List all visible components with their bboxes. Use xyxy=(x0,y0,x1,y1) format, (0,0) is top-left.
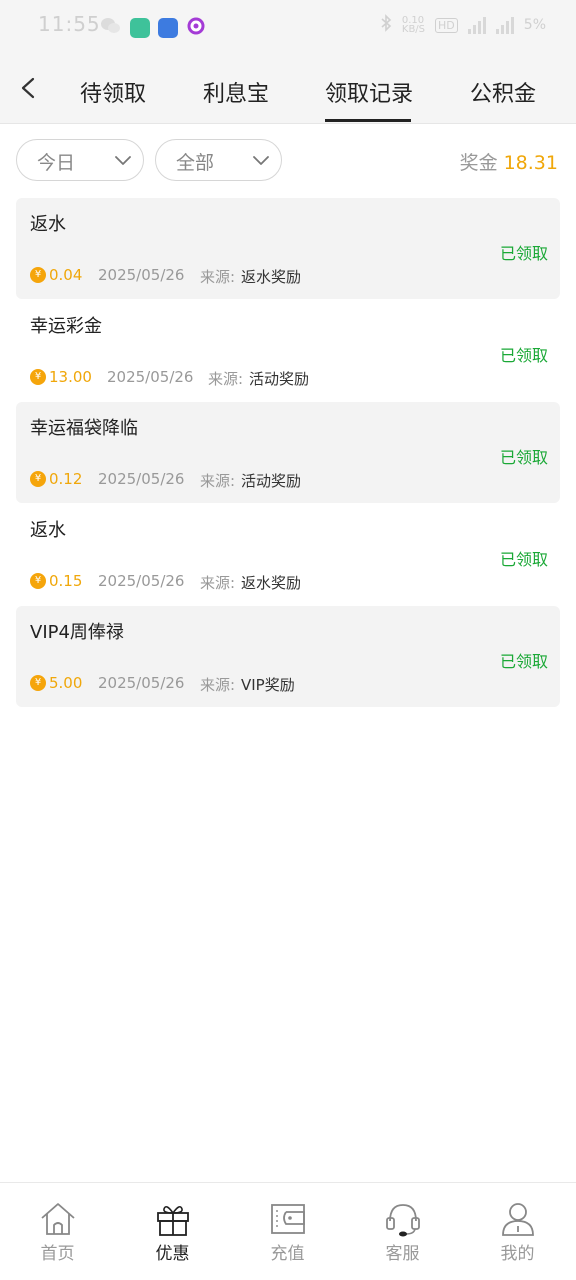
record-amount: 0.12 xyxy=(49,470,83,488)
active-tab-indicator xyxy=(325,119,411,122)
coin-icon: ¥ xyxy=(30,369,46,385)
nav-label: 我的 xyxy=(500,1244,535,1264)
record-title: 返水 xyxy=(30,520,66,541)
type-filter-dropdown[interactable]: 全部 xyxy=(155,139,282,181)
nav-customer-service[interactable]: 客服 xyxy=(345,1183,460,1280)
top-tab-bar: 待领取 利息宝 领取记录 公积金 xyxy=(0,52,576,124)
coin-icon: ¥ xyxy=(30,267,46,283)
chevron-down-icon xyxy=(253,156,269,165)
record-source: 返水奖励 xyxy=(241,574,302,592)
tab-provident-fund[interactable]: 公积金 xyxy=(470,76,536,108)
record-source: 活动奖励 xyxy=(249,370,310,388)
gift-icon xyxy=(157,1205,189,1236)
signal-icon xyxy=(495,16,514,34)
nav-label: 优惠 xyxy=(155,1244,190,1264)
nav-home[interactable]: 首页 xyxy=(0,1183,115,1280)
volte-badge: HD xyxy=(435,17,458,33)
record-status: 已领取 xyxy=(499,448,548,467)
record-source-label: 来源: xyxy=(200,676,236,694)
nav-recharge[interactable]: 充值 xyxy=(230,1183,345,1280)
wallet-icon xyxy=(271,1204,305,1234)
record-date: 2025/05/26 xyxy=(98,674,185,692)
status-time: 11:55 xyxy=(38,12,101,36)
record-title: 幸运福袋降临 xyxy=(30,418,138,439)
back-button[interactable] xyxy=(14,72,44,104)
network-speed: 0.10 KB/S xyxy=(401,15,426,35)
tab-claim-records[interactable]: 领取记录 xyxy=(325,76,413,108)
record-date: 2025/05/26 xyxy=(98,266,185,284)
app-notification-icon xyxy=(130,18,150,38)
record-status: 已领取 xyxy=(499,244,548,263)
record-status: 已领取 xyxy=(499,652,548,671)
status-system-icons: 0.10 KB/S HD 5% xyxy=(380,14,546,36)
nav-label: 首页 xyxy=(40,1244,75,1264)
record-source-label: 来源: xyxy=(200,268,236,286)
record-source: VIP奖励 xyxy=(241,676,295,694)
nav-promotions[interactable]: 优惠 xyxy=(115,1183,230,1280)
record-amount: 0.15 xyxy=(49,572,83,590)
tab-interest[interactable]: 利息宝 xyxy=(203,76,269,108)
status-bar: 11:55 0.10 KB/S HD 5% xyxy=(0,0,576,52)
record-date: 2025/05/26 xyxy=(98,572,185,590)
record-title: 幸运彩金 xyxy=(30,316,102,337)
tab-pending[interactable]: 待领取 xyxy=(80,76,146,108)
status-notification-icons xyxy=(100,16,206,40)
record-source-label: 来源: xyxy=(200,574,236,592)
record-source-label: 来源: xyxy=(200,472,236,490)
coin-icon: ¥ xyxy=(30,573,46,589)
record-card: 返水 已领取 ¥ 0.04 2025/05/26 来源: 返水奖励 xyxy=(16,198,560,299)
coin-icon: ¥ xyxy=(30,675,46,691)
wechat-icon xyxy=(100,16,122,40)
bottom-nav: 首页 优惠 充值 客服 我的 xyxy=(0,1182,576,1280)
type-filter-value: 全部 xyxy=(176,152,215,174)
bonus-value: 18.31 xyxy=(503,152,558,174)
record-card: 返水 已领取 ¥ 0.15 2025/05/26 来源: 返水奖励 xyxy=(16,504,560,605)
record-card: 幸运福袋降临 已领取 ¥ 0.12 2025/05/26 来源: 活动奖励 xyxy=(16,402,560,503)
app-notification-icon xyxy=(186,16,206,40)
coin-icon: ¥ xyxy=(30,471,46,487)
record-amount: 5.00 xyxy=(49,674,83,692)
app-notification-icon xyxy=(158,18,178,38)
nav-label: 充值 xyxy=(270,1244,305,1264)
user-icon xyxy=(502,1203,534,1236)
headset-icon xyxy=(386,1204,420,1237)
record-status: 已领取 xyxy=(499,550,548,569)
record-title: 返水 xyxy=(30,214,66,235)
nav-profile[interactable]: 我的 xyxy=(460,1183,575,1280)
record-card: VIP4周俸禄 已领取 ¥ 5.00 2025/05/26 来源: VIP奖励 xyxy=(16,606,560,707)
battery-level: 5% xyxy=(523,17,546,33)
record-card: 幸运彩金 已领取 ¥ 13.00 2025/05/26 来源: 活动奖励 xyxy=(16,300,560,401)
bonus-label: 奖金 xyxy=(459,152,498,174)
date-filter-value: 今日 xyxy=(37,152,76,174)
date-filter-dropdown[interactable]: 今日 xyxy=(16,139,144,181)
chevron-down-icon xyxy=(115,156,131,165)
record-status: 已领取 xyxy=(499,346,548,365)
record-source: 返水奖励 xyxy=(241,268,302,286)
signal-icon xyxy=(467,16,486,34)
record-source: 活动奖励 xyxy=(241,472,302,490)
record-amount: 13.00 xyxy=(49,368,92,386)
record-source-label: 来源: xyxy=(208,370,244,388)
home-icon xyxy=(41,1203,75,1235)
bonus-total: 奖金 18.31 xyxy=(460,148,558,175)
record-title: VIP4周俸禄 xyxy=(30,622,124,643)
chevron-left-icon xyxy=(21,77,35,99)
record-amount: 0.04 xyxy=(49,266,83,284)
nav-label: 客服 xyxy=(385,1244,420,1264)
record-date: 2025/05/26 xyxy=(107,368,194,386)
bluetooth-icon xyxy=(380,14,392,36)
record-date: 2025/05/26 xyxy=(98,470,185,488)
